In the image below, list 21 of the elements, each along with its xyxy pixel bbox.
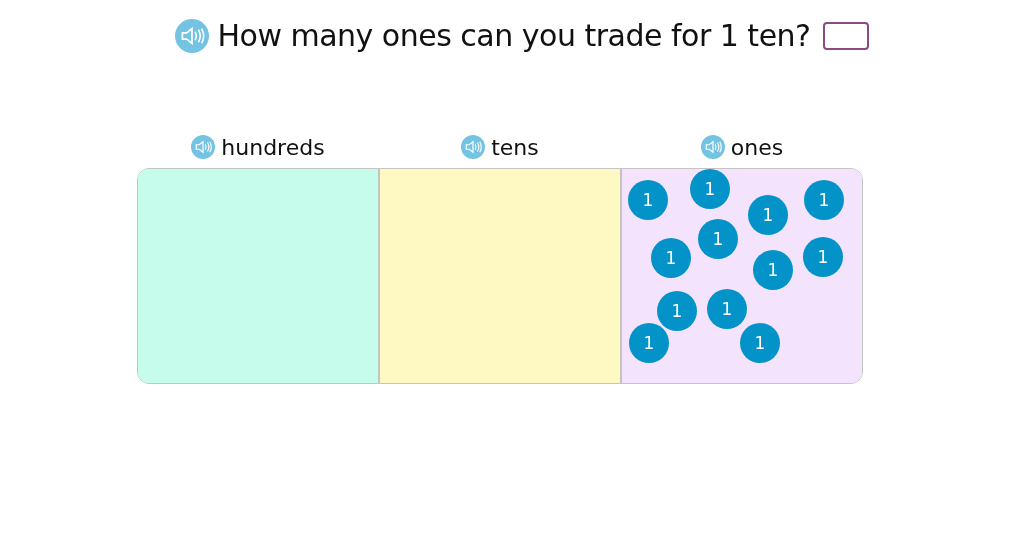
column-label: ones [730, 134, 784, 160]
ones-disk[interactable]: 1 [628, 180, 668, 220]
question-text: How many ones can you trade for 1 ten? [217, 18, 811, 53]
column-label: tens [491, 134, 539, 160]
ones-disk[interactable]: 1 [629, 323, 669, 363]
speaker-icon[interactable] [461, 135, 486, 159]
speaker-icon[interactable] [175, 18, 210, 53]
column-label: hundreds [221, 134, 325, 160]
answer-field[interactable] [822, 21, 869, 50]
ones-disk[interactable]: 1 [707, 289, 747, 329]
ones-disk[interactable]: 1 [651, 238, 691, 278]
speaker-icon[interactable] [191, 135, 216, 159]
speaker-icon[interactable] [700, 135, 725, 159]
ones-disk[interactable]: 1 [803, 237, 843, 277]
ones-disk[interactable]: 1 [748, 195, 788, 235]
ones-disk[interactable]: 1 [698, 219, 738, 259]
ones-disk[interactable]: 1 [740, 323, 780, 363]
ones-disk[interactable]: 1 [657, 291, 697, 331]
ones-disk[interactable]: 1 [690, 169, 730, 209]
ones-disk[interactable]: 1 [753, 250, 793, 290]
ones-disk[interactable]: 1 [804, 180, 844, 220]
